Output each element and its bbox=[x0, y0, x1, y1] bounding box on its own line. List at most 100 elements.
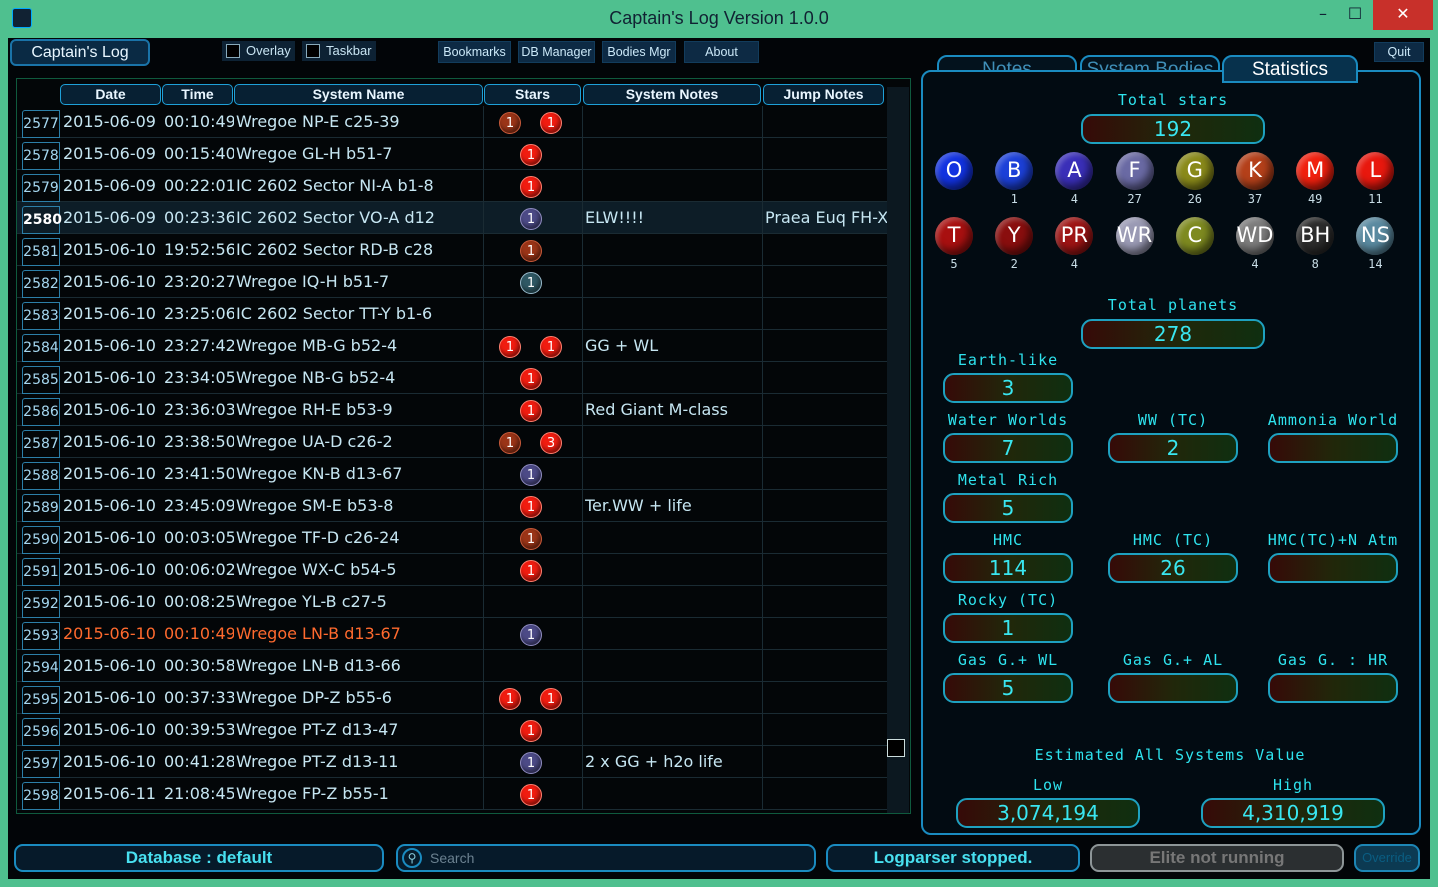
column-header-jump-notes[interactable]: Jump Notes bbox=[763, 84, 884, 105]
jump-notes-cell[interactable] bbox=[765, 554, 887, 586]
row-index[interactable]: 2593 bbox=[22, 622, 60, 650]
db-manager-button[interactable]: DB Manager bbox=[518, 41, 595, 63]
scrollbar-thumb[interactable] bbox=[887, 739, 905, 757]
row-index[interactable]: 2597 bbox=[22, 750, 60, 778]
table-row[interactable]: 2580 2015-06-09 00:23:36 IC 2602 Sector VO-… bbox=[17, 202, 887, 234]
system-notes-cell[interactable] bbox=[585, 170, 761, 202]
row-index[interactable]: 2589 bbox=[22, 494, 60, 522]
system-notes-cell[interactable] bbox=[585, 618, 761, 650]
row-index[interactable]: 2582 bbox=[22, 270, 60, 298]
jump-notes-cell[interactable] bbox=[765, 106, 887, 138]
table-row[interactable]: 2587 2015-06-10 23:38:50 Wregoe UA-D c26-2 1… bbox=[17, 426, 887, 458]
override-button[interactable]: Override bbox=[1354, 844, 1420, 872]
quit-button[interactable]: Quit bbox=[1374, 42, 1424, 62]
table-row[interactable]: 2582 2015-06-10 23:20:27 Wregoe IQ-H b51-7 1 bbox=[17, 266, 887, 298]
system-notes-cell[interactable] bbox=[585, 266, 761, 298]
system-notes-cell[interactable] bbox=[585, 554, 761, 586]
captains-log-button[interactable]: Captain's Log bbox=[10, 39, 150, 66]
table-row[interactable]: 2590 2015-06-10 00:03:05 Wregoe TF-D c26-24… bbox=[17, 522, 887, 554]
column-header-system-name[interactable]: System Name bbox=[234, 84, 483, 105]
jump-notes-cell[interactable] bbox=[765, 522, 887, 554]
jump-notes-cell[interactable] bbox=[765, 298, 887, 330]
row-index[interactable]: 2588 bbox=[22, 462, 60, 490]
jump-notes-cell[interactable] bbox=[765, 458, 887, 490]
table-row[interactable]: 2577 2015-06-09 00:10:49 Wregoe NP-E c25-39… bbox=[17, 106, 887, 138]
system-notes-cell[interactable] bbox=[585, 778, 761, 810]
system-notes-cell[interactable]: ELW!!!! bbox=[585, 202, 761, 234]
system-notes-cell[interactable] bbox=[585, 586, 761, 618]
row-index[interactable]: 2596 bbox=[22, 718, 60, 746]
system-notes-cell[interactable] bbox=[585, 106, 761, 138]
vertical-scrollbar[interactable] bbox=[887, 87, 909, 813]
row-index[interactable]: 2592 bbox=[22, 590, 60, 618]
tab-statistics[interactable]: Statistics bbox=[1222, 55, 1358, 83]
column-header-date[interactable]: Date bbox=[60, 84, 161, 105]
row-index[interactable]: 2583 bbox=[22, 302, 60, 330]
jump-notes-cell[interactable] bbox=[765, 362, 887, 394]
search-input[interactable] bbox=[430, 848, 800, 868]
row-index[interactable]: 2578 bbox=[22, 142, 60, 170]
row-index[interactable]: 2585 bbox=[22, 366, 60, 394]
system-notes-cell[interactable] bbox=[585, 458, 761, 490]
jump-notes-cell[interactable] bbox=[765, 778, 887, 810]
table-row[interactable]: 2586 2015-06-10 23:36:03 Wregoe RH-E b53-9 R… bbox=[17, 394, 887, 426]
column-header-stars[interactable]: Stars bbox=[484, 84, 581, 105]
jump-notes-cell[interactable] bbox=[765, 394, 887, 426]
jump-notes-cell[interactable] bbox=[765, 490, 887, 522]
table-row[interactable]: 2583 2015-06-10 23:25:06 IC 2602 Sector TT-… bbox=[17, 298, 887, 330]
system-notes-cell[interactable] bbox=[585, 298, 761, 330]
jump-notes-cell[interactable] bbox=[765, 138, 887, 170]
jump-notes-cell[interactable] bbox=[765, 650, 887, 682]
jump-notes-cell[interactable] bbox=[765, 330, 887, 362]
jump-notes-cell[interactable] bbox=[765, 746, 887, 778]
row-index[interactable]: 2579 bbox=[22, 174, 60, 202]
jump-notes-cell[interactable] bbox=[765, 234, 887, 266]
row-index[interactable]: 2581 bbox=[22, 238, 60, 266]
table-row[interactable]: 2595 2015-06-10 00:37:33 Wregoe DP-Z b55-6 1… bbox=[17, 682, 887, 714]
row-index[interactable]: 2577 bbox=[22, 110, 60, 138]
table-row[interactable]: 2589 2015-06-10 23:45:09 Wregoe SM-E b53-8 T… bbox=[17, 490, 887, 522]
bookmarks-button[interactable]: Bookmarks bbox=[438, 41, 511, 63]
table-row[interactable]: 2581 2015-06-10 19:52:56 IC 2602 Sector RD-… bbox=[17, 234, 887, 266]
system-notes-cell[interactable] bbox=[585, 234, 761, 266]
about-button[interactable]: About bbox=[684, 41, 759, 63]
system-notes-cell[interactable] bbox=[585, 650, 761, 682]
search-icon[interactable]: ⚲ bbox=[402, 848, 422, 868]
system-notes-cell[interactable] bbox=[585, 362, 761, 394]
jump-notes-cell[interactable] bbox=[765, 426, 887, 458]
table-row[interactable]: 2598 2015-06-11 21:08:45 Wregoe FP-Z b55-1 1 bbox=[17, 778, 887, 810]
table-row[interactable]: 2597 2015-06-10 00:41:28 Wregoe PT-Z d13-11… bbox=[17, 746, 887, 778]
table-row[interactable]: 2594 2015-06-10 00:30:58 Wregoe LN-B d13-66 bbox=[17, 650, 887, 682]
table-row[interactable]: 2585 2015-06-10 23:34:05 Wregoe NB-G b52-4 1 bbox=[17, 362, 887, 394]
column-header-system-notes[interactable]: System Notes bbox=[583, 84, 761, 105]
row-index[interactable]: 2594 bbox=[22, 654, 60, 682]
system-notes-cell[interactable] bbox=[585, 138, 761, 170]
row-index[interactable]: 2584 bbox=[22, 334, 60, 362]
maximize-button[interactable]: ☐ bbox=[1335, 0, 1375, 30]
system-notes-cell[interactable] bbox=[585, 426, 761, 458]
table-row[interactable]: 2591 2015-06-10 00:06:02 Wregoe WX-C b54-5 1 bbox=[17, 554, 887, 586]
table-row[interactable]: 2578 2015-06-09 00:15:40 Wregoe GL-H b51-7 1 bbox=[17, 138, 887, 170]
jump-notes-cell[interactable] bbox=[765, 586, 887, 618]
close-button[interactable]: ✕ bbox=[1373, 0, 1433, 30]
system-notes-cell[interactable]: Red Giant M-class bbox=[585, 394, 761, 426]
jump-notes-cell[interactable] bbox=[765, 714, 887, 746]
jump-notes-cell[interactable] bbox=[765, 170, 887, 202]
jump-notes-cell[interactable] bbox=[765, 682, 887, 714]
system-notes-cell[interactable] bbox=[585, 682, 761, 714]
row-index[interactable]: 2590 bbox=[22, 526, 60, 554]
row-index[interactable]: 2586 bbox=[22, 398, 60, 426]
system-notes-cell[interactable]: GG + WL bbox=[585, 330, 761, 362]
system-notes-cell[interactable] bbox=[585, 522, 761, 554]
jump-notes-cell[interactable]: Praea Euq FH-X bbox=[765, 202, 887, 234]
overlay-checkbox[interactable]: Overlay bbox=[222, 41, 295, 61]
taskbar-checkbox[interactable]: Taskbar bbox=[302, 41, 376, 61]
row-index[interactable]: 2598 bbox=[22, 782, 60, 810]
table-row[interactable]: 2593 2015-06-10 00:10:49 Wregoe LN-B d13-67… bbox=[17, 618, 887, 650]
bodies-mgr-button[interactable]: Bodies Mgr bbox=[602, 41, 676, 63]
column-header-time[interactable]: Time bbox=[162, 84, 233, 105]
system-notes-cell[interactable]: 2 x GG + h2o life bbox=[585, 746, 761, 778]
table-row[interactable]: 2579 2015-06-09 00:22:01 IC 2602 Sector NI-… bbox=[17, 170, 887, 202]
table-row[interactable]: 2596 2015-06-10 00:39:53 Wregoe PT-Z d13-47… bbox=[17, 714, 887, 746]
jump-notes-cell[interactable] bbox=[765, 266, 887, 298]
